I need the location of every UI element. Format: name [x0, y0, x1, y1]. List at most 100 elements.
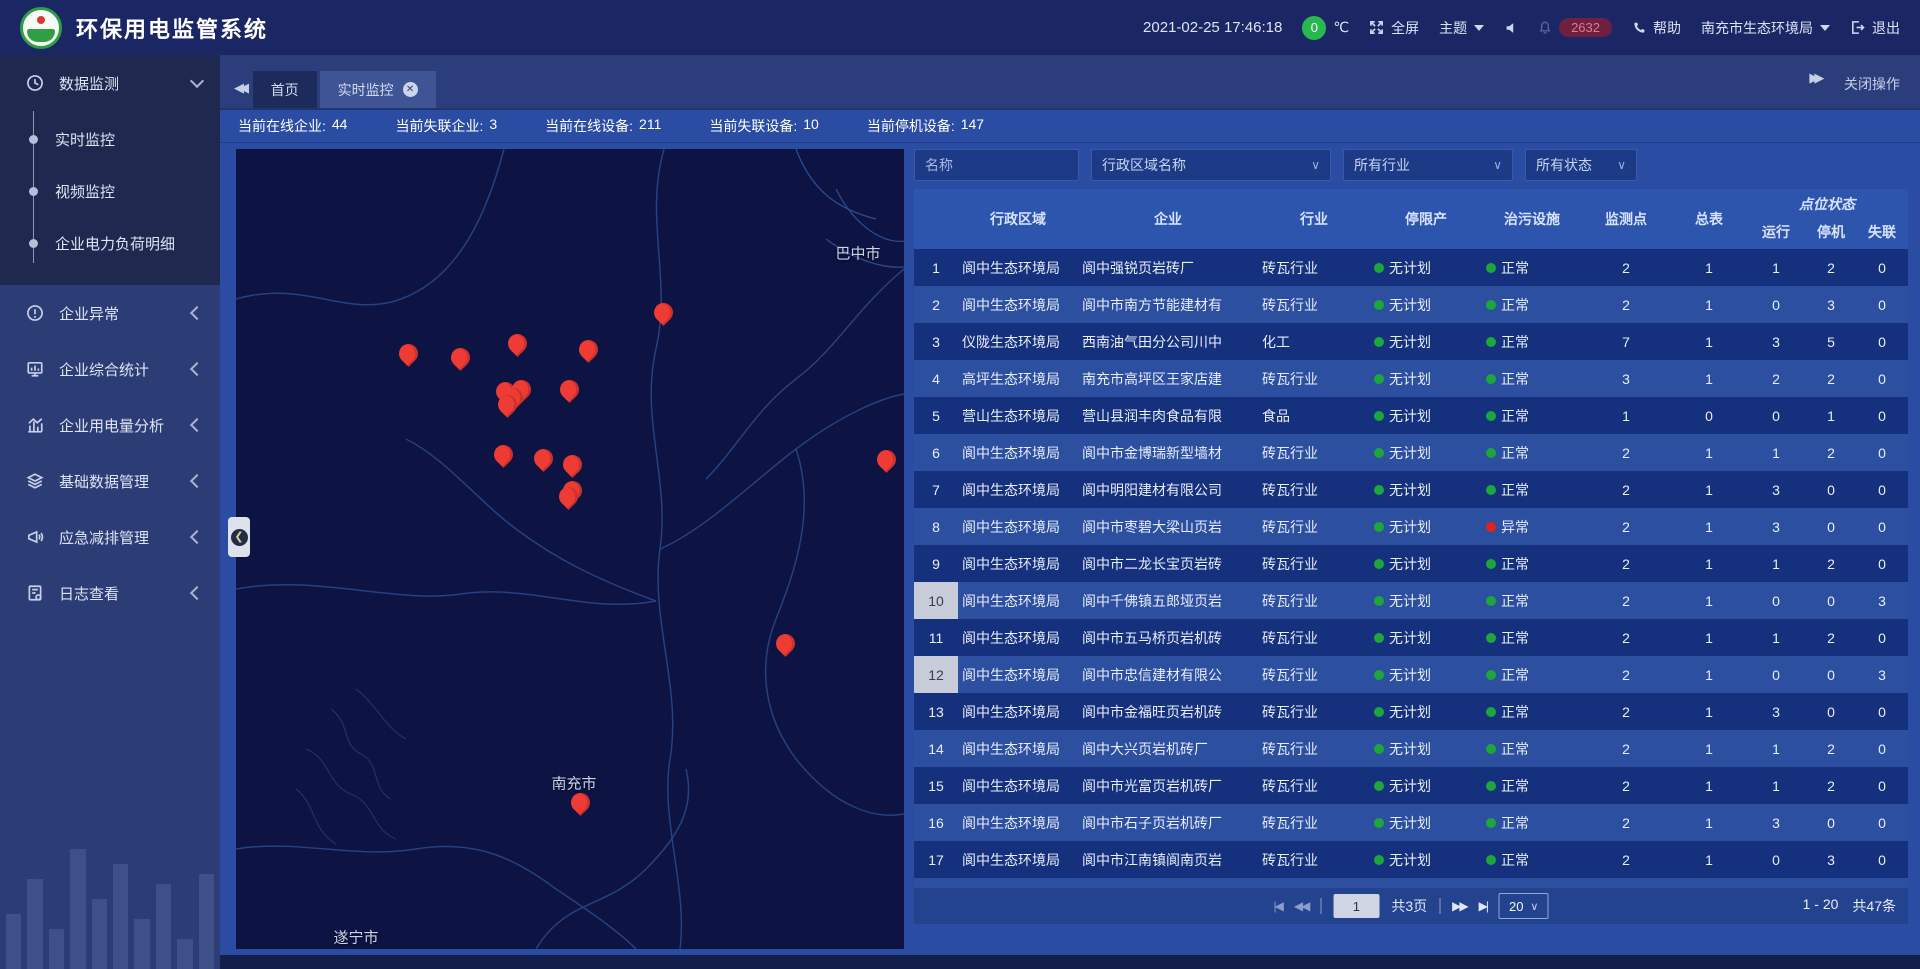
- table-row[interactable]: 2阆中生态环境局阆中市南方节能建材有砖瓦行业无计划正常21030: [914, 286, 1908, 323]
- table-row[interactable]: 10阆中生态环境局阆中千佛镇五郎垭页岩砖瓦行业无计划正常21003: [914, 582, 1908, 619]
- speaker-icon[interactable]: [1504, 21, 1518, 35]
- cell-text: 阆中市南方节能建材有: [1082, 297, 1222, 313]
- cell-lost: 0: [1858, 334, 1906, 350]
- sidebar-item-基础数据管理[interactable]: 基础数据管理: [0, 453, 220, 509]
- col-monitor: 监测点: [1582, 189, 1670, 249]
- bullet-dot-icon: [29, 135, 38, 144]
- page-number-input[interactable]: 1: [1333, 894, 1379, 918]
- table-row[interactable]: 4高坪生态环境局南充市高坪区王家店建砖瓦行业无计划正常31220: [914, 360, 1908, 397]
- cell-text: 无计划: [1389, 554, 1431, 574]
- cell-meter: 1: [1670, 519, 1748, 535]
- status-ok-dot-icon: [1486, 485, 1496, 495]
- org-label: 南充市生态环境局: [1701, 18, 1813, 38]
- status-ok-dot-icon: [1374, 596, 1384, 606]
- table-row[interactable]: 6阆中生态环境局阆中市金博瑞新型墙材砖瓦行业无计划正常21120: [914, 434, 1908, 471]
- table-row[interactable]: 8阆中生态环境局阆中市枣碧大梁山页岩砖瓦行业无计划异常21300: [914, 508, 1908, 545]
- status-select[interactable]: 所有状态 ∨: [1525, 149, 1637, 181]
- table-row[interactable]: 7阆中生态环境局阆中明阳建材有限公司砖瓦行业无计划正常21300: [914, 471, 1908, 508]
- cell-text: 正常: [1501, 295, 1529, 315]
- industry-select[interactable]: 所有行业 ∨: [1343, 149, 1513, 181]
- sidebar-item-日志查看[interactable]: 日志查看: [0, 565, 220, 621]
- tabs-scroll-left-icon[interactable]: ◀◀: [220, 80, 253, 108]
- cell-text: 0: [1827, 815, 1835, 831]
- col-meter: 总表: [1670, 189, 1748, 249]
- cell-text: 3: [1878, 667, 1886, 683]
- table-row[interactable]: 1阆中生态环境局阆中强锐页岩砖厂砖瓦行业无计划正常21120: [914, 249, 1908, 286]
- tab-首页[interactable]: 首页: [253, 71, 317, 108]
- cell-text: 2: [1622, 815, 1630, 831]
- table-row[interactable]: 14阆中生态环境局阆中大兴页岩机砖厂砖瓦行业无计划正常21120: [914, 730, 1908, 767]
- page-next-button[interactable]: ▶▶: [1452, 899, 1466, 913]
- tabs-scroll-right-icon[interactable]: ▶▶: [1795, 70, 1828, 98]
- notifications[interactable]: 2632: [1538, 18, 1612, 37]
- table-row[interactable]: 12阆中生态环境局阆中市忠信建材有限公砖瓦行业无计划正常21003: [914, 656, 1908, 693]
- close-operations-button[interactable]: 关闭操作: [1844, 74, 1900, 94]
- region-select[interactable]: 行政区域名称 ∨: [1091, 149, 1331, 181]
- table-row[interactable]: 9阆中生态环境局阆中市二龙长宝页岩砖砖瓦行业无计划正常21120: [914, 545, 1908, 582]
- status-ok-dot-icon: [1486, 411, 1496, 421]
- cell-limit: 无计划: [1370, 443, 1482, 463]
- cell-text: 食品: [1262, 408, 1290, 424]
- cell-text: 1: [1705, 482, 1713, 498]
- cell-region: 阆中生态环境局: [958, 258, 1078, 278]
- cell-text: 11: [929, 630, 944, 646]
- theme-dropdown[interactable]: 主题: [1439, 18, 1484, 38]
- page-last-button[interactable]: ▶|: [1479, 899, 1487, 913]
- chevron-down-icon: [190, 74, 204, 88]
- sidebar-group: 数据监测实时监控视频监控企业电力负荷明细: [0, 55, 220, 285]
- name-search-input[interactable]: [914, 149, 1079, 181]
- table-row[interactable]: 17阆中生态环境局阆中市江南镇阆南页岩砖瓦行业无计划正常21030: [914, 841, 1908, 878]
- cell-meter: 1: [1670, 667, 1748, 683]
- cell-limit: 无计划: [1370, 369, 1482, 389]
- cell-text: 0: [1878, 852, 1886, 868]
- map-collapse-button[interactable]: ❮: [228, 517, 250, 557]
- cell-text: 阆中强锐页岩砖厂: [1082, 260, 1194, 276]
- sidebar-item-应急减排管理[interactable]: 应急减排管理: [0, 509, 220, 565]
- page-size-select[interactable]: 20 ∨: [1499, 893, 1549, 919]
- tab-close-icon[interactable]: ✕: [403, 82, 418, 97]
- table-row[interactable]: 16阆中生态环境局阆中市石子页岩机砖厂砖瓦行业无计划正常21300: [914, 804, 1908, 841]
- region-select-value: 行政区域名称: [1102, 155, 1186, 175]
- temperature: 0 ℃: [1302, 16, 1349, 40]
- cell-meter: 1: [1670, 482, 1748, 498]
- cell-text: 0: [1705, 408, 1713, 424]
- page-prev-button[interactable]: ◀◀: [1294, 899, 1308, 913]
- tab-实时监控[interactable]: 实时监控✕: [320, 71, 436, 108]
- table-row[interactable]: 5营山生态环境局营山县润丰肉食品有限食品无计划正常10010: [914, 397, 1908, 434]
- map-panel[interactable]: 巴中市南充市遂宁市: [236, 149, 904, 949]
- col-industry: 行业: [1258, 189, 1370, 249]
- table-row[interactable]: 11阆中生态环境局阆中市五马桥页岩机砖砖瓦行业无计划正常21120: [914, 619, 1908, 656]
- sidebar-item-企业综合统计[interactable]: 企业综合统计: [0, 341, 220, 397]
- org-dropdown[interactable]: 南充市生态环境局: [1701, 18, 1830, 38]
- table-row[interactable]: 15阆中生态环境局阆中市光富页岩机砖厂砖瓦行业无计划正常21120: [914, 767, 1908, 804]
- cell-limit: 无计划: [1370, 850, 1482, 870]
- table-row[interactable]: 13阆中生态环境局阆中市金福旺页岩机砖砖瓦行业无计划正常21300: [914, 693, 1908, 730]
- cell-meter: 0: [1670, 408, 1748, 424]
- cell-text: 2: [1827, 371, 1835, 387]
- fullscreen-button[interactable]: 全屏: [1369, 18, 1419, 38]
- cell-meter: 1: [1670, 778, 1748, 794]
- cell-monitor: 1: [1582, 408, 1670, 424]
- row-index: 4: [914, 360, 958, 397]
- help-button[interactable]: 帮助: [1632, 18, 1681, 38]
- cell-monitor: 2: [1582, 741, 1670, 757]
- sidebar-subitem-视频监控[interactable]: 视频监控: [0, 165, 220, 217]
- cell-text: 10: [928, 593, 944, 609]
- sidebar-item-label: 企业综合统计: [59, 359, 149, 380]
- table-row[interactable]: 3仪陇生态环境局西南油气田分公司川中化工无计划正常71350: [914, 323, 1908, 360]
- cell-limit: 无计划: [1370, 665, 1482, 685]
- table-row[interactable]: 18南部生态环境局南部县砖化页岩有限公建材加工无计划正常60060: [914, 878, 1908, 888]
- sidebar-item-企业用电量分析[interactable]: 企业用电量分析: [0, 397, 220, 453]
- cell-text: 2: [1772, 371, 1780, 387]
- sidebar-item-数据监测[interactable]: 数据监测: [0, 55, 220, 111]
- cell-text: 砖瓦行业: [1262, 704, 1318, 720]
- stats-bar: 当前在线企业:44当前失联企业:3当前在线设备:211当前失联设备:10当前停机…: [220, 110, 1920, 143]
- cell-meter: 1: [1670, 630, 1748, 646]
- sidebar-subitem-企业电力负荷明细[interactable]: 企业电力负荷明细: [0, 217, 220, 269]
- sidebar-group: 企业综合统计: [0, 341, 220, 397]
- cell-text: 2: [1622, 482, 1630, 498]
- logout-button[interactable]: 退出: [1850, 18, 1900, 38]
- page-first-button[interactable]: |◀: [1274, 899, 1282, 913]
- sidebar-subitem-实时监控[interactable]: 实时监控: [0, 113, 220, 165]
- sidebar-item-企业异常[interactable]: 企业异常: [0, 285, 220, 341]
